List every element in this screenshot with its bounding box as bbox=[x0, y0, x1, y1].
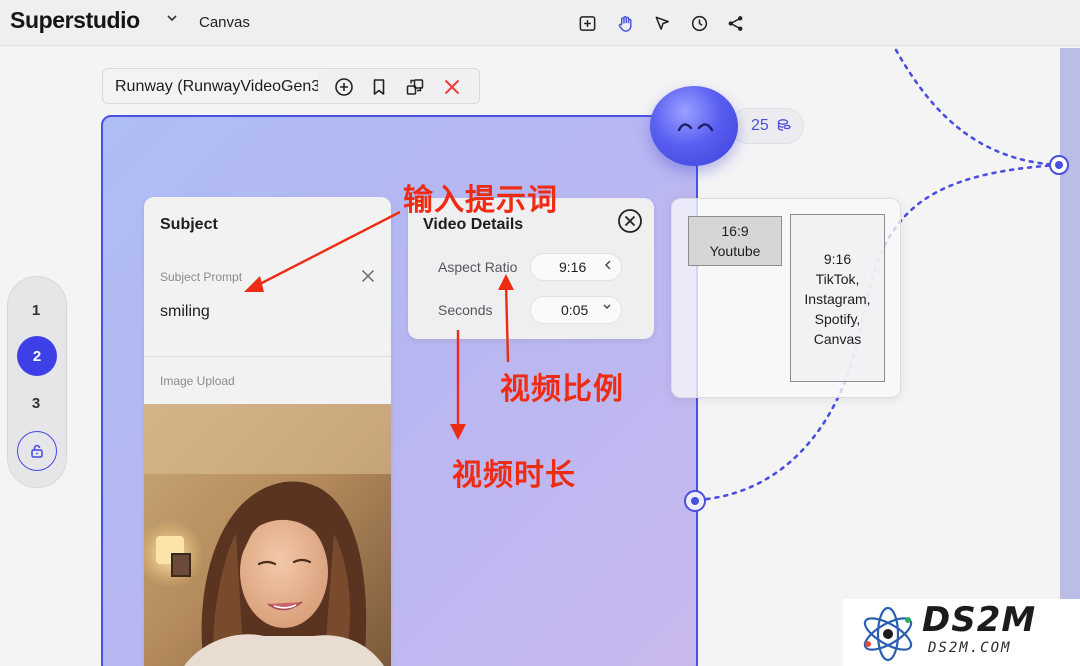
watermark-url: DS2M.COM bbox=[928, 640, 1012, 656]
annotation-arrows bbox=[244, 210, 514, 440]
annotation-prompt: 输入提示词 bbox=[403, 183, 558, 218]
atom-logo-icon bbox=[863, 606, 913, 662]
watermark-text: DS2M bbox=[922, 600, 1037, 640]
annotation-ratio: 视频比例 bbox=[500, 372, 624, 407]
annotation-duration: 视频时长 bbox=[452, 458, 576, 493]
